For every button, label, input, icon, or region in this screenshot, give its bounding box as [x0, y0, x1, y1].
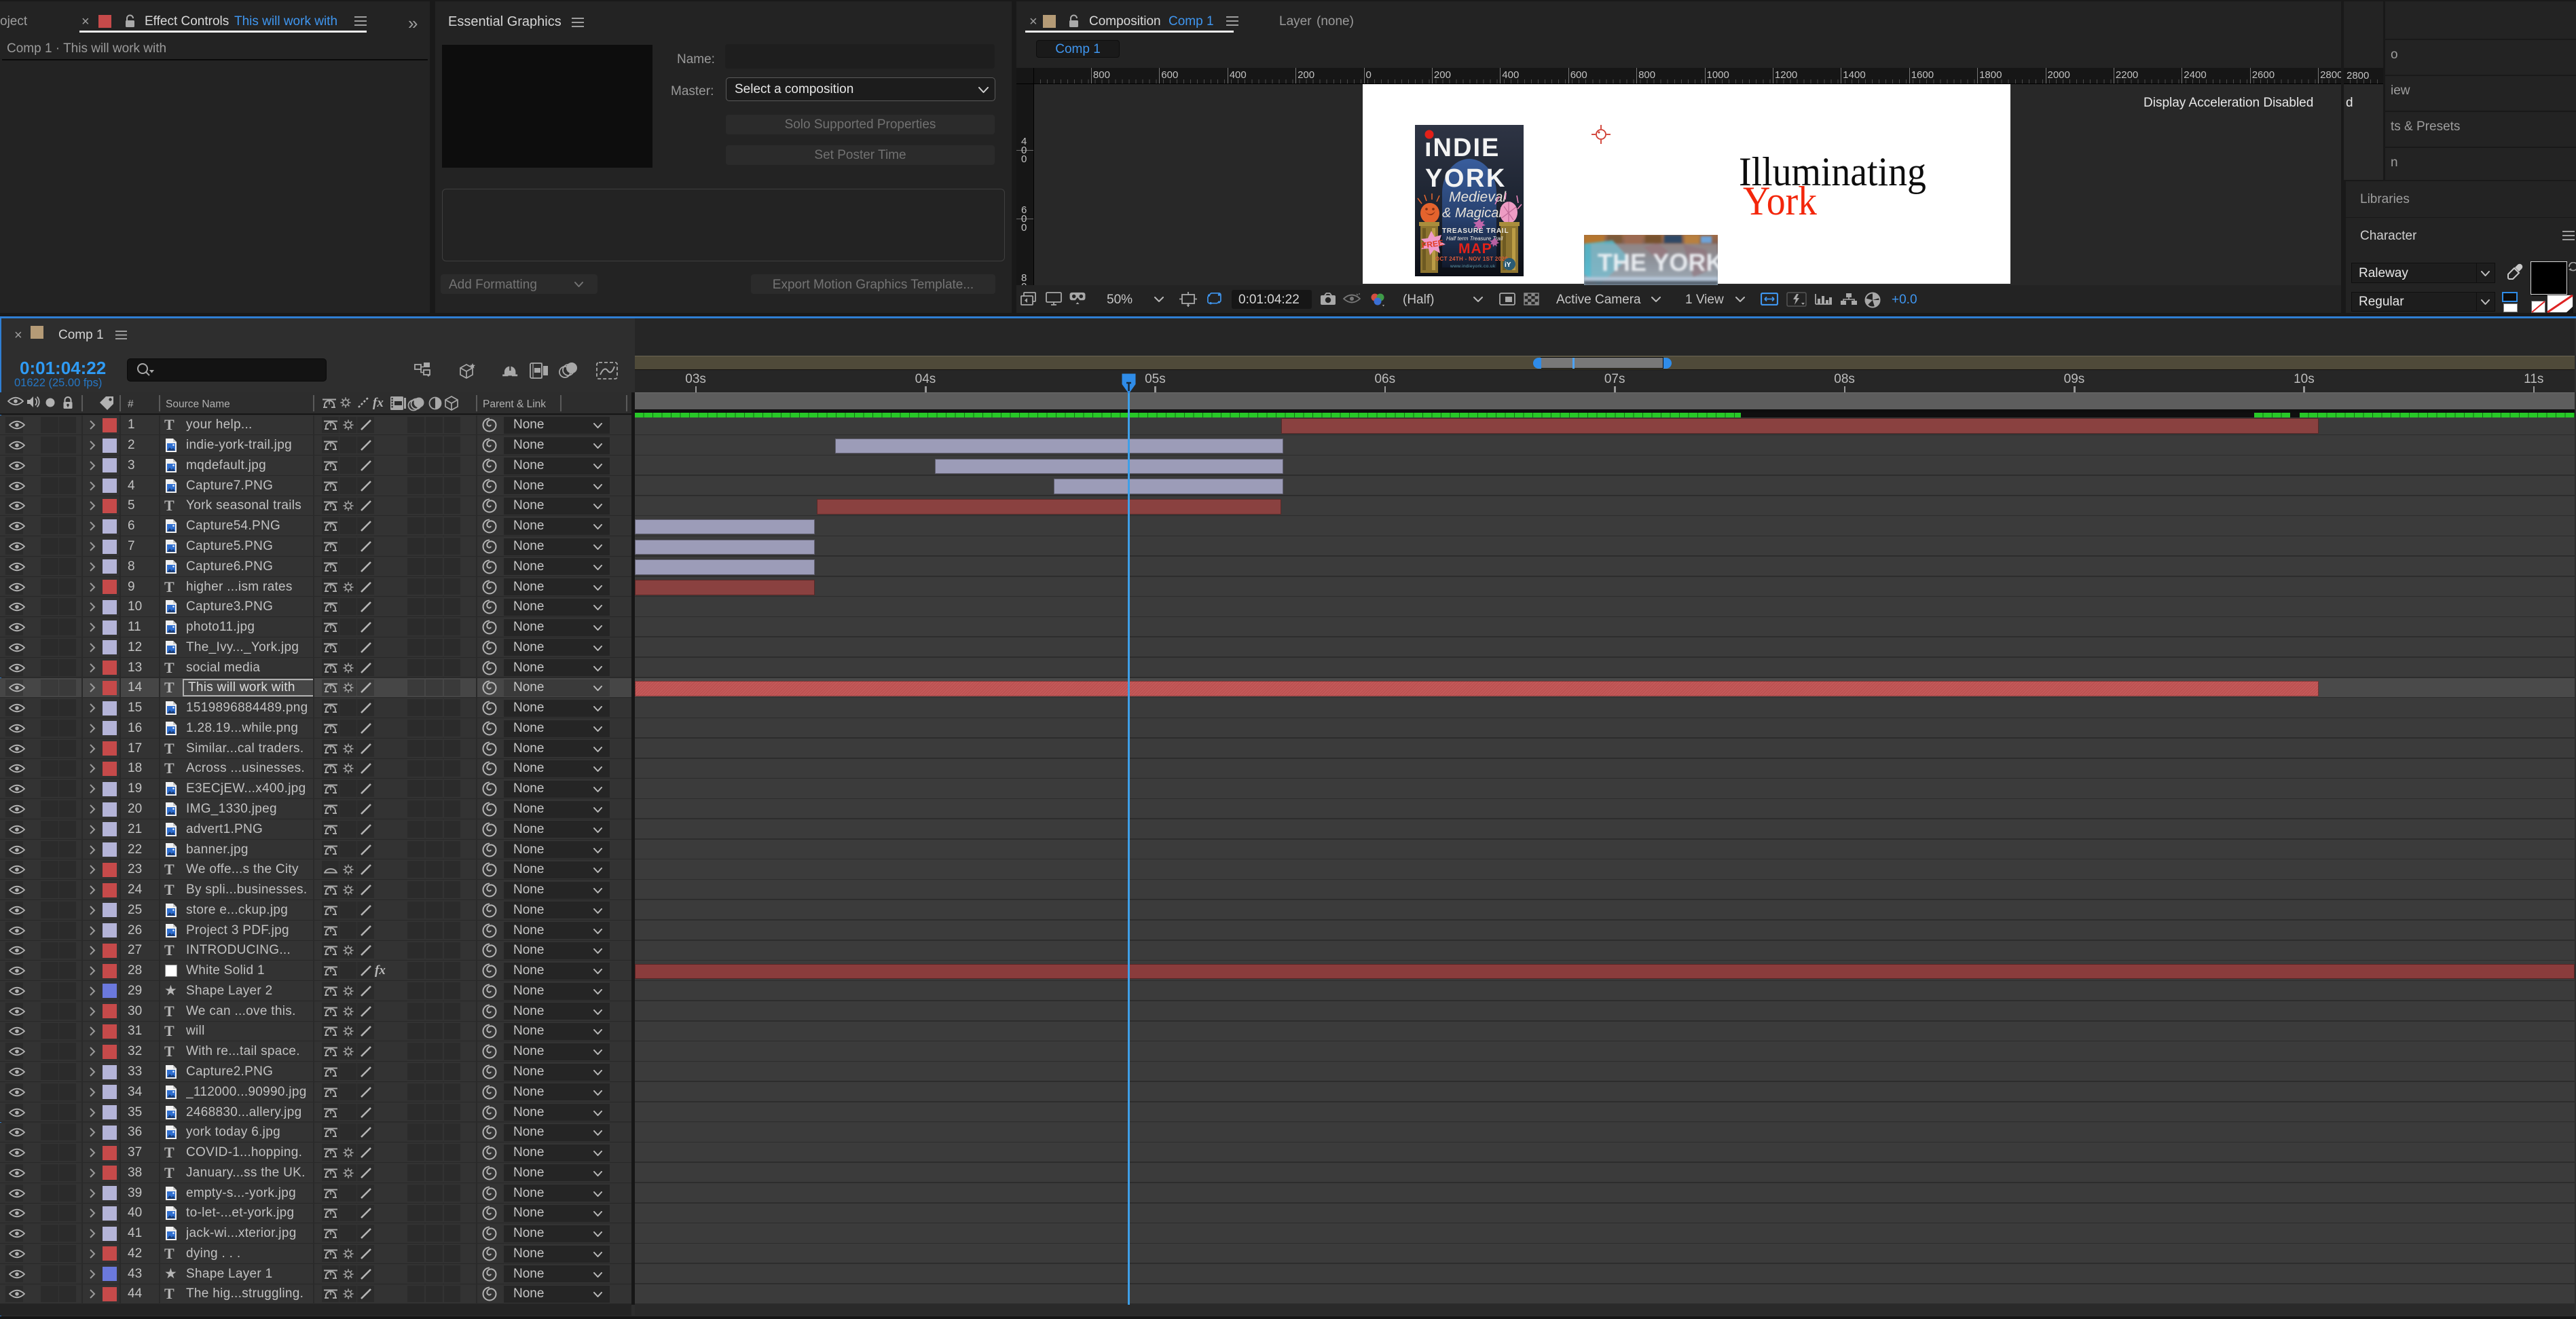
svg-text:TREASURE TRAIL: TREASURE TRAIL	[1442, 227, 1509, 235]
svg-text:iY: iY	[1505, 261, 1511, 269]
svg-text:MAP: MAP	[1458, 241, 1492, 257]
svg-text:THE YORK: THE YORK	[1598, 248, 1718, 276]
svg-text:OCT 24TH - NOV 1ST 2020: OCT 24TH - NOV 1ST 2020	[1435, 256, 1508, 262]
svg-text:ıNDIE: ıNDIE	[1424, 134, 1500, 162]
svg-text:YORK: YORK	[1425, 164, 1507, 193]
svg-text:& Magical: & Magical	[1442, 206, 1502, 221]
svg-text:www.indieyork.co.uk: www.indieyork.co.uk	[1450, 264, 1496, 269]
